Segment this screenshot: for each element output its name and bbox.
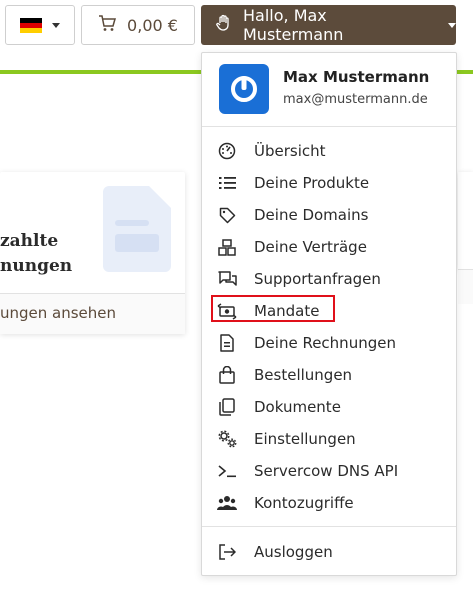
profile-email: max@mustermann.de [283, 92, 428, 107]
invoice-icon [217, 333, 237, 353]
menu-item-account-access[interactable]: Kontozugriffe [202, 487, 456, 519]
terminal-icon [217, 461, 237, 481]
menu-label: Kontozugriffe [254, 494, 354, 512]
menu-label: Servercow DNS API [254, 462, 399, 480]
gears-icon [217, 429, 237, 449]
logout-icon [217, 542, 237, 562]
profile-header: Max Mustermann max@mustermann.de [219, 64, 429, 114]
profile-name: Max Mustermann [283, 68, 430, 86]
menu-label: Bestellungen [254, 366, 353, 384]
card-title: zahlte nungen [0, 231, 73, 276]
menu-label: Deine Produkte [254, 174, 370, 192]
menu-item-contracts[interactable]: Deine Verträge [202, 231, 456, 263]
logout-list: Ausloggen [202, 536, 456, 568]
card-footer-edge [458, 269, 473, 304]
language-selector[interactable] [5, 5, 75, 45]
menu-item-domains[interactable]: Deine Domains [202, 199, 456, 231]
menu-list: Übersicht Deine Produkte Deine Domains D… [202, 135, 456, 519]
menu-item-overview[interactable]: Übersicht [202, 135, 456, 167]
user-greeting: Hallo, Max Mustermann [243, 6, 344, 44]
chat-icon [217, 269, 237, 289]
documents-icon [217, 397, 237, 417]
german-flag-icon [20, 17, 42, 33]
cart-amount: 0,00 € [127, 15, 178, 35]
divider [202, 526, 456, 527]
cart-button[interactable]: 0,00 € [81, 5, 195, 45]
waving-hand-icon [215, 14, 233, 36]
menu-label: Ausloggen [254, 543, 333, 561]
menu-label: Übersicht [254, 142, 326, 160]
menu-item-logout[interactable]: Ausloggen [202, 536, 456, 568]
card-edge [458, 172, 473, 269]
chevron-down-icon [52, 22, 60, 28]
document-icon [103, 186, 171, 276]
menu-label: Einstellungen [254, 430, 356, 448]
card-footer-link[interactable]: ungen ansehen [0, 293, 185, 334]
menu-item-orders[interactable]: Bestellungen [202, 359, 456, 391]
menu-label: Deine Rechnungen [254, 334, 396, 352]
menu-label: Dokumente [254, 398, 341, 416]
menu-item-products[interactable]: Deine Produkte [202, 167, 456, 199]
chevron-down-icon [448, 22, 456, 28]
cart-icon [98, 14, 117, 36]
contract-icon [217, 237, 237, 257]
menu-item-dns-api[interactable]: Servercow DNS API [202, 455, 456, 487]
dashboard-icon [217, 141, 237, 161]
shopping-bag-icon [217, 365, 237, 385]
users-icon [217, 493, 237, 513]
user-menu-button[interactable]: Hallo, Max Mustermann [201, 5, 456, 45]
avatar [219, 64, 269, 114]
menu-item-documents[interactable]: Dokumente [202, 391, 456, 423]
divider [202, 126, 456, 127]
list-icon [217, 173, 237, 193]
unpaid-invoices-card: zahlte nungen ungen ansehen [0, 172, 185, 334]
menu-label: Deine Domains [254, 206, 369, 224]
tag-icon [217, 205, 237, 225]
menu-item-support[interactable]: Supportanfragen [202, 263, 456, 295]
menu-label: Deine Verträge [254, 238, 367, 256]
menu-item-invoices[interactable]: Deine Rechnungen [202, 327, 456, 359]
menu-label: Supportanfragen [254, 270, 381, 288]
highlight-box [211, 295, 335, 322]
menu-item-settings[interactable]: Einstellungen [202, 423, 456, 455]
